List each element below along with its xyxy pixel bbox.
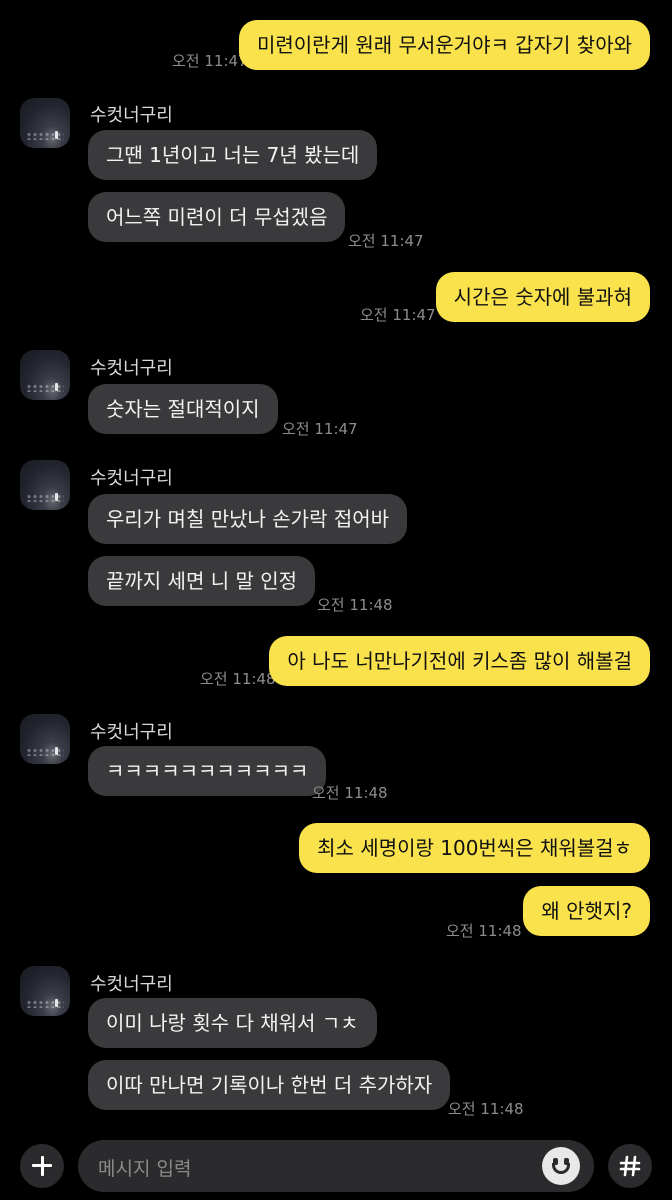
incoming-message[interactable]: ㅋㅋㅋㅋㅋㅋㅋㅋㅋㅋㅋ bbox=[88, 746, 327, 796]
message-time: 오전 11:48 bbox=[312, 784, 388, 802]
message-time: 오전 11:48 bbox=[317, 596, 393, 614]
message-input-placeholder: 메시지 입력 bbox=[98, 1158, 192, 1180]
avatar[interactable] bbox=[20, 350, 70, 400]
hash-icon[interactable] bbox=[608, 1144, 652, 1188]
message-time: 오전 11:47 bbox=[348, 232, 424, 250]
avatar[interactable] bbox=[20, 714, 70, 764]
sender-name: 수컷너구리 bbox=[90, 468, 173, 489]
sender-name: 수컷너구리 bbox=[90, 974, 173, 995]
sender-name: 수컷너구리 bbox=[90, 722, 173, 743]
sender-name: 수컷너구리 bbox=[90, 105, 173, 126]
incoming-message[interactable]: 끝까지 세면 니 말 인정 bbox=[88, 556, 316, 606]
message-time: 오전 11:47 bbox=[282, 420, 358, 438]
message-input[interactable]: 메시지 입력 bbox=[78, 1140, 594, 1192]
avatar[interactable] bbox=[20, 966, 70, 1016]
incoming-message[interactable]: 어느쪽 미련이 더 무섭겠음 bbox=[88, 192, 346, 242]
outgoing-message[interactable]: 미련이란게 원래 무서운거야ㅋ 갑자기 찾아와 bbox=[238, 20, 650, 70]
message-time: 오전 11:48 bbox=[448, 1100, 524, 1118]
avatar[interactable] bbox=[20, 98, 70, 148]
incoming-message[interactable]: 그땐 1년이고 너는 7년 봤는데 bbox=[88, 130, 378, 180]
message-time: 오전 11:47 bbox=[360, 306, 436, 324]
sender-name: 수컷너구리 bbox=[90, 358, 173, 379]
message-composer: 메시지 입력 bbox=[0, 1128, 672, 1200]
outgoing-message[interactable]: 아 나도 너만나기전에 키스좀 많이 해볼걸 bbox=[269, 636, 650, 686]
outgoing-message[interactable]: 왜 안햇지? bbox=[523, 886, 650, 936]
message-time: 오전 11:48 bbox=[446, 922, 522, 940]
message-time: 오전 11:47 bbox=[172, 52, 248, 70]
plus-icon[interactable] bbox=[20, 1144, 64, 1188]
outgoing-message[interactable]: 시간은 숫자에 불과혀 bbox=[435, 272, 650, 322]
emoji-icon[interactable] bbox=[542, 1147, 580, 1185]
incoming-message[interactable]: 숫자는 절대적이지 bbox=[88, 384, 278, 434]
message-time: 오전 11:48 bbox=[200, 670, 276, 688]
incoming-message[interactable]: 우리가 며칠 만났나 손가락 접어바 bbox=[88, 494, 408, 544]
incoming-message[interactable]: 이미 나랑 횟수 다 채워서 ㄱㅊ bbox=[88, 998, 377, 1048]
outgoing-message[interactable]: 최소 세명이랑 100번씩은 채워볼걸ㅎ bbox=[299, 823, 650, 873]
avatar[interactable] bbox=[20, 460, 70, 510]
incoming-message[interactable]: 이따 만나면 기록이나 한번 더 추가하자 bbox=[88, 1060, 451, 1110]
